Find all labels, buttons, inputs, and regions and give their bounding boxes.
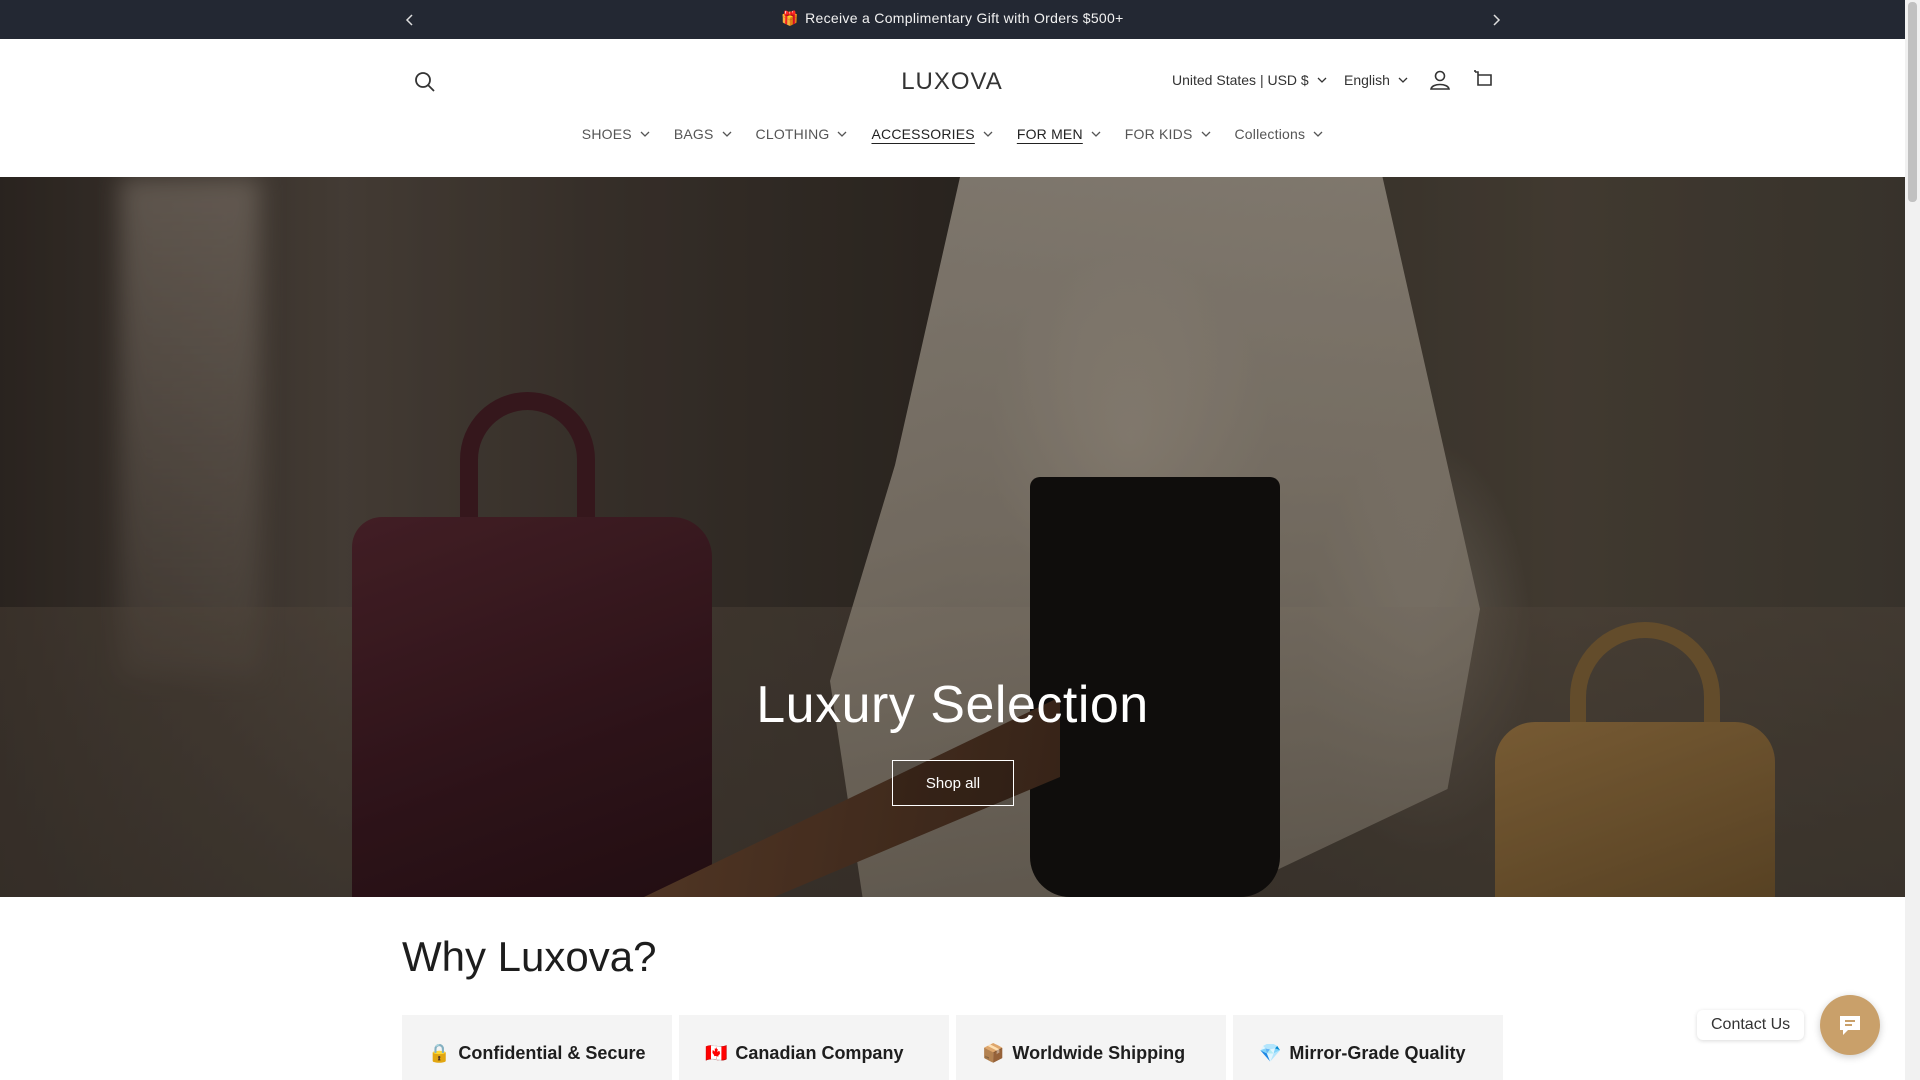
nav-item-label: CLOTHING bbox=[755, 126, 830, 142]
feature-card-quality: 💎 Mirror-Grade Quality bbox=[1233, 1015, 1503, 1080]
page-scrollbar-thumb[interactable] bbox=[1908, 2, 1917, 202]
hero-banner: Luxury Selection Shop all bbox=[0, 177, 1905, 897]
hero-title: Luxury Selection bbox=[756, 676, 1149, 734]
chevron-down-icon bbox=[722, 131, 731, 137]
cart-button[interactable] bbox=[1470, 66, 1498, 94]
site-logo[interactable]: LUXOVA bbox=[852, 68, 1052, 96]
chevron-down-icon bbox=[838, 131, 847, 137]
country-currency-label: United States | USD $ bbox=[1172, 72, 1309, 88]
nav-item-label: ACCESSORIES bbox=[871, 126, 975, 142]
nav-item-for-men[interactable]: FOR MEN bbox=[1005, 126, 1113, 142]
cart-icon bbox=[1474, 70, 1492, 86]
chevron-down-icon bbox=[1313, 131, 1323, 137]
chevron-down-icon bbox=[983, 131, 993, 137]
why-section-title: Why Luxova? bbox=[402, 933, 657, 980]
contact-chat-button[interactable] bbox=[1820, 995, 1880, 1055]
site-header: LUXOVA United States | USD $ English SHO… bbox=[0, 39, 1905, 177]
nav-item-clothing[interactable]: CLOTHING bbox=[744, 126, 860, 142]
feature-card-label: Confidential & Secure bbox=[458, 1043, 646, 1063]
nav-item-label: SHOES bbox=[581, 126, 632, 142]
country-currency-selector[interactable]: United States | USD $ bbox=[1172, 72, 1327, 88]
chevron-down-icon bbox=[1091, 131, 1101, 137]
announcement-text: Receive a Complimentary Gift with Orders… bbox=[805, 10, 1124, 26]
chevron-down-icon bbox=[640, 131, 650, 137]
nav-item-for-kids[interactable]: FOR KIDS bbox=[1113, 126, 1223, 142]
nav-item-label: FOR MEN bbox=[1016, 126, 1083, 142]
search-button[interactable] bbox=[410, 67, 440, 97]
chevron-down-icon bbox=[1317, 77, 1327, 83]
lock-icon: 🔒 bbox=[428, 1043, 451, 1063]
nav-item-collections[interactable]: Collections bbox=[1223, 126, 1336, 142]
chevron-down-icon bbox=[1398, 77, 1408, 83]
nav-item-shoes[interactable]: SHOES bbox=[570, 126, 662, 142]
feature-card-canadian: 🇨🇦 Canadian Company bbox=[679, 1015, 949, 1080]
gift-icon: 🎁 bbox=[781, 10, 800, 26]
feature-card-label: Worldwide Shipping bbox=[1012, 1043, 1186, 1063]
chevron-down-icon bbox=[1201, 131, 1210, 137]
nav-item-label: FOR KIDS bbox=[1124, 126, 1193, 142]
nav-item-bags[interactable]: BAGS bbox=[662, 126, 744, 142]
nav-item-label: BAGS bbox=[673, 126, 714, 142]
canada-flag-icon: 🇨🇦 bbox=[705, 1043, 728, 1063]
package-icon: 📦 bbox=[982, 1043, 1005, 1063]
feature-card-confidential: 🔒 Confidential & Secure bbox=[402, 1015, 672, 1080]
why-cards: 🔒 Confidential & Secure 🇨🇦 Canadian Comp… bbox=[402, 1015, 1503, 1080]
chat-icon bbox=[1840, 1016, 1860, 1035]
chevron-right-icon bbox=[1493, 14, 1501, 26]
gem-icon: 💎 bbox=[1259, 1043, 1282, 1063]
announcement-bar: 🎁 Receive a Complimentary Gift with Order… bbox=[0, 0, 1905, 39]
nav-item-label: Collections bbox=[1234, 126, 1306, 142]
announcement-next-button[interactable] bbox=[1486, 10, 1506, 30]
feature-card-shipping: 📦 Worldwide Shipping bbox=[956, 1015, 1226, 1080]
account-button[interactable] bbox=[1426, 66, 1454, 94]
main-navigation: SHOES BAGS CLOTHING ACCESSORIES FOR MEN … bbox=[0, 126, 1905, 142]
language-label: English bbox=[1344, 72, 1390, 88]
contact-us-label[interactable]: Contact Us bbox=[1697, 1010, 1805, 1040]
feature-card-label: Mirror-Grade Quality bbox=[1289, 1043, 1466, 1063]
nav-item-accessories[interactable]: ACCESSORIES bbox=[859, 126, 1004, 142]
search-icon bbox=[415, 72, 435, 92]
shop-all-button[interactable]: Shop all bbox=[892, 760, 1014, 806]
feature-card-label: Canadian Company bbox=[735, 1043, 904, 1063]
user-icon bbox=[1430, 70, 1450, 90]
announcement-message: 🎁 Receive a Complimentary Gift with Order… bbox=[0, 10, 1905, 27]
language-selector[interactable]: English bbox=[1344, 72, 1408, 88]
